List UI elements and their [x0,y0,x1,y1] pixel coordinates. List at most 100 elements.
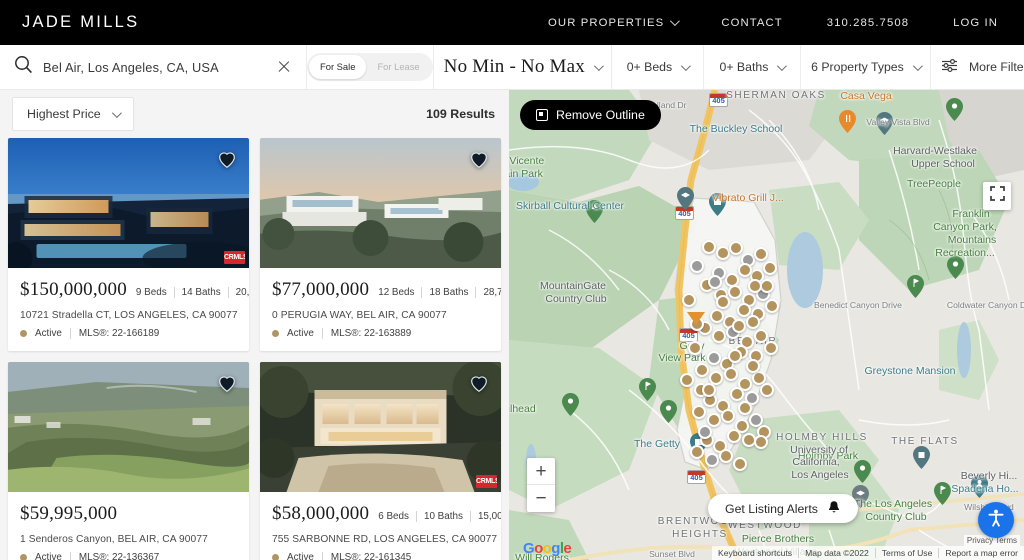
map-listing-dot[interactable] [733,457,747,471]
brand-logo[interactable]: JADE MILLS [22,13,139,32]
map-selected-listing-marker[interactable] [687,312,705,325]
map-listing-dot[interactable] [760,383,774,397]
search-input[interactable]: Bel Air, Los Angeles, CA, USA [43,60,266,75]
map-listing-dot[interactable] [705,453,719,467]
listing-card[interactable]: CRMLS $58,000,000 6 Beds 10 Baths 15,000… [260,362,501,560]
map-listing-dot[interactable] [748,279,762,293]
map-listing-dot[interactable] [695,363,709,377]
listing-baths: 10 Baths [417,511,470,522]
keyboard-shortcuts-link[interactable]: Keyboard shortcuts [712,548,798,558]
more-filters-label: More Filters [969,60,1024,74]
map-listing-dot[interactable] [710,309,724,323]
map-listing-dot[interactable] [702,383,716,397]
zoom-out-button[interactable]: − [527,485,555,512]
map-canvas[interactable] [509,90,1024,560]
listing-details: $58,000,000 6 Beds 10 Baths 15,000 ft² 7… [260,492,501,560]
more-filters-button[interactable]: More Filters [931,45,1024,89]
fullscreen-button[interactable] [983,182,1011,210]
favorite-heart-icon[interactable] [468,148,490,170]
listing-image[interactable]: CRMLS [8,138,249,268]
price-filter-label: No Min - No Max [444,56,585,78]
sort-bar: Highest Price 109 Results [0,90,509,138]
map-listing-dot[interactable] [727,429,741,443]
fullscreen-icon [990,186,1005,206]
terms-of-use-link[interactable]: Terms of Use [875,548,939,558]
listing-beds: 6 Beds [378,511,416,522]
map-listing-dot[interactable] [732,319,746,333]
favorite-heart-icon[interactable] [468,372,490,394]
map-listing-dot[interactable] [724,367,738,381]
chevron-down-icon [594,61,604,71]
close-icon[interactable] [276,59,292,75]
mls-logo-badge: CRMLS [476,475,497,488]
toggle-for-sale[interactable]: For Sale [309,55,366,79]
nav-item-contact[interactable]: CONTACT [699,17,804,29]
favorite-heart-icon[interactable] [216,148,238,170]
nav-item-log-in[interactable]: LOG IN [931,17,1002,29]
baths-filter[interactable]: 0+ Baths [704,45,801,89]
map-listing-dot[interactable] [738,263,752,277]
listing-card[interactable]: $77,000,000 12 Beds 18 Baths 28,720 ft² … [260,138,501,351]
map-listing-dot[interactable] [746,359,760,373]
nav-item-our-properties[interactable]: OUR PROPERTIES [526,17,699,29]
remove-outline-button[interactable]: Remove Outline [520,100,661,130]
map-listing-dot[interactable] [754,247,768,261]
toggle-for-lease[interactable]: For Lease [366,55,430,79]
map-listing-dot[interactable] [716,246,730,260]
map-listing-dot[interactable] [680,373,694,387]
map-listing-dot[interactable] [738,401,752,415]
map-listing-dot[interactable] [716,295,730,309]
listing-image[interactable] [8,362,249,492]
map-listing-dot[interactable] [763,261,777,275]
listing-image[interactable]: CRMLS [260,362,501,492]
chevron-down-icon [777,61,787,71]
accessibility-button[interactable] [978,502,1014,538]
map-listing-dot[interactable] [690,259,704,273]
zoom-in-button[interactable]: + [527,458,555,485]
map-listing-dot[interactable] [754,329,768,343]
listing-card[interactable]: $59,995,000 1 Senderos Canyon, BEL AIR, … [8,362,249,560]
map-listing-dot[interactable] [712,329,726,343]
map-listing-dot[interactable] [688,341,702,355]
sort-dropdown[interactable]: Highest Price [12,97,134,131]
map-listing-dot[interactable] [746,315,760,329]
map-listing-dot[interactable] [682,293,696,307]
map-pane[interactable]: 405 405 405 405 [509,90,1024,560]
map-listing-dot[interactable] [692,405,706,419]
map-listing-dot[interactable] [702,240,716,254]
map-listing-dot[interactable] [707,413,721,427]
listing-price: $58,000,000 [272,503,369,525]
map-listing-dot[interactable] [754,435,768,449]
price-filter[interactable]: No Min - No Max [434,45,612,89]
map-listing-dot[interactable] [708,275,722,289]
get-listing-alerts-button[interactable]: Get Listing Alerts [708,494,858,523]
search-cell: Bel Air, Los Angeles, CA, USA [0,45,307,89]
map-listing-dot[interactable] [728,349,742,363]
beds-filter[interactable]: 0+ Beds [612,45,704,89]
map-listing-dot[interactable] [765,299,779,313]
map-listing-dot[interactable] [721,409,735,423]
map-listing-dot[interactable] [719,449,733,463]
results-count: 109 Results [426,107,495,121]
map-listing-dot[interactable] [730,387,744,401]
map-listing-dot[interactable] [698,425,712,439]
nav-item-phone[interactable]: 310.285.7508 [805,17,931,29]
map-listing-dot[interactable] [764,341,778,355]
listing-image[interactable] [260,138,501,268]
chevron-down-icon [670,16,680,26]
map-listing-dot[interactable] [728,285,742,299]
map-listing-dot[interactable] [690,445,704,459]
listing-card[interactable]: CRMLS $150,000,000 9 Beds 14 Baths 20,84… [8,138,249,351]
get-listing-alerts-label: Get Listing Alerts [725,502,818,516]
map-listing-dot[interactable] [729,241,743,255]
listing-status-row: Active MLS®: 22-163889 [272,328,489,339]
report-map-error-link[interactable]: Report a map error [938,548,1024,558]
listing-beds: 9 Beds [136,287,174,298]
google-logo-letter: o [543,540,552,557]
map-listing-dot[interactable] [760,279,774,293]
property-types-filter[interactable]: 6 Property Types [801,45,931,89]
listing-mls: MLS®: 22-163889 [331,328,411,339]
map-listing-dot[interactable] [707,351,721,365]
listing-specs: 6 Beds 10 Baths 15,000 ft² [378,511,501,522]
favorite-heart-icon[interactable] [216,372,238,394]
